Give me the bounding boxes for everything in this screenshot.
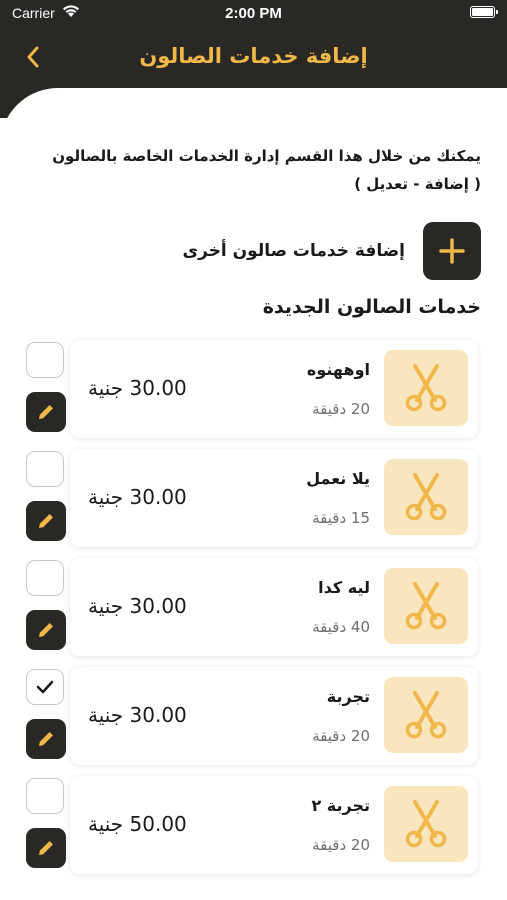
chevron-left-icon xyxy=(27,46,39,68)
service-thumbnail xyxy=(384,459,468,535)
service-price: 50.00 جنية xyxy=(88,812,187,836)
edit-service-button[interactable] xyxy=(26,828,66,868)
add-service-button[interactable] xyxy=(423,222,481,280)
service-name: تجربة xyxy=(326,687,370,706)
service-card[interactable]: ليه كدا 40 دقيقة 30.00 جنية xyxy=(70,558,478,656)
service-row: ليه كدا 40 دقيقة 30.00 جنية xyxy=(0,558,507,658)
service-card[interactable]: تجربة 20 دقيقة 30.00 جنية xyxy=(70,667,478,765)
service-thumbnail xyxy=(384,568,468,644)
service-price: 30.00 جنية xyxy=(88,594,187,618)
scissors-icon xyxy=(405,800,447,848)
page-title: إضافة خدمات الصالون xyxy=(139,44,368,68)
service-card[interactable]: تجربة ٢ 20 دقيقة 50.00 جنية xyxy=(70,776,478,874)
section-description: يمكنك من خلال هذا القسم إدارة الخدمات ال… xyxy=(26,142,481,198)
service-name: يلا نعمل xyxy=(306,469,370,488)
pencil-icon xyxy=(39,732,53,746)
edit-service-button[interactable] xyxy=(26,610,66,650)
checkmark-icon xyxy=(36,680,54,694)
scissors-icon xyxy=(405,473,447,521)
scissors-icon xyxy=(405,691,447,739)
service-card[interactable]: يلا نعمل 15 دقيقة 30.00 جنية xyxy=(70,449,478,547)
description-line: يمكنك من خلال هذا القسم إدارة الخدمات ال… xyxy=(52,147,481,165)
description-hint: ( إضافة - تعديل ) xyxy=(354,175,481,193)
service-thumbnail xyxy=(384,350,468,426)
service-price: 30.00 جنية xyxy=(88,703,187,727)
status-bar: Carrier 2:00 PM xyxy=(0,0,507,30)
status-time: 2:00 PM xyxy=(225,5,282,22)
section-title: خدمات الصالون الجديدة xyxy=(262,296,481,318)
service-price: 30.00 جنية xyxy=(88,485,187,509)
service-price: 30.00 جنية xyxy=(88,376,187,400)
service-checkbox[interactable] xyxy=(26,451,64,487)
plus-icon xyxy=(439,238,465,264)
service-name: اوههنوه xyxy=(306,360,370,379)
service-duration: 40 دقيقة xyxy=(312,618,370,636)
service-name: تجربة ٢ xyxy=(311,796,370,815)
edit-service-button[interactable] xyxy=(26,392,66,432)
service-thumbnail xyxy=(384,786,468,862)
service-duration: 20 دقيقة xyxy=(312,727,370,745)
edit-service-button[interactable] xyxy=(26,719,66,759)
pencil-icon xyxy=(39,514,53,528)
pencil-icon xyxy=(39,841,53,855)
service-row: يلا نعمل 15 دقيقة 30.00 جنية xyxy=(0,449,507,549)
service-duration: 20 دقيقة xyxy=(312,400,370,418)
pencil-icon xyxy=(39,405,53,419)
service-checkbox[interactable] xyxy=(26,342,64,378)
edit-service-button[interactable] xyxy=(26,501,66,541)
service-duration: 20 دقيقة xyxy=(312,836,370,854)
pencil-icon xyxy=(39,623,53,637)
scissors-icon xyxy=(405,364,447,412)
service-row: تجربة ٢ 20 دقيقة 50.00 جنية xyxy=(0,776,507,876)
battery-icon xyxy=(470,6,498,18)
service-row: اوههنوه 20 دقيقة 30.00 جنية xyxy=(0,340,507,440)
scissors-icon xyxy=(405,582,447,630)
service-duration: 15 دقيقة xyxy=(312,509,370,527)
service-checkbox[interactable] xyxy=(26,560,64,596)
add-service-row[interactable]: إضافة خدمات صالون أخرى xyxy=(181,222,481,280)
service-checkbox[interactable] xyxy=(26,778,64,814)
service-name: ليه كدا xyxy=(318,578,370,597)
back-button[interactable] xyxy=(18,42,48,72)
service-thumbnail xyxy=(384,677,468,753)
add-service-label: إضافة خدمات صالون أخرى xyxy=(182,241,406,261)
service-checkbox[interactable] xyxy=(26,669,64,705)
service-row: تجربة 20 دقيقة 30.00 جنية xyxy=(0,667,507,767)
service-card[interactable]: اوههنوه 20 دقيقة 30.00 جنية xyxy=(70,340,478,438)
